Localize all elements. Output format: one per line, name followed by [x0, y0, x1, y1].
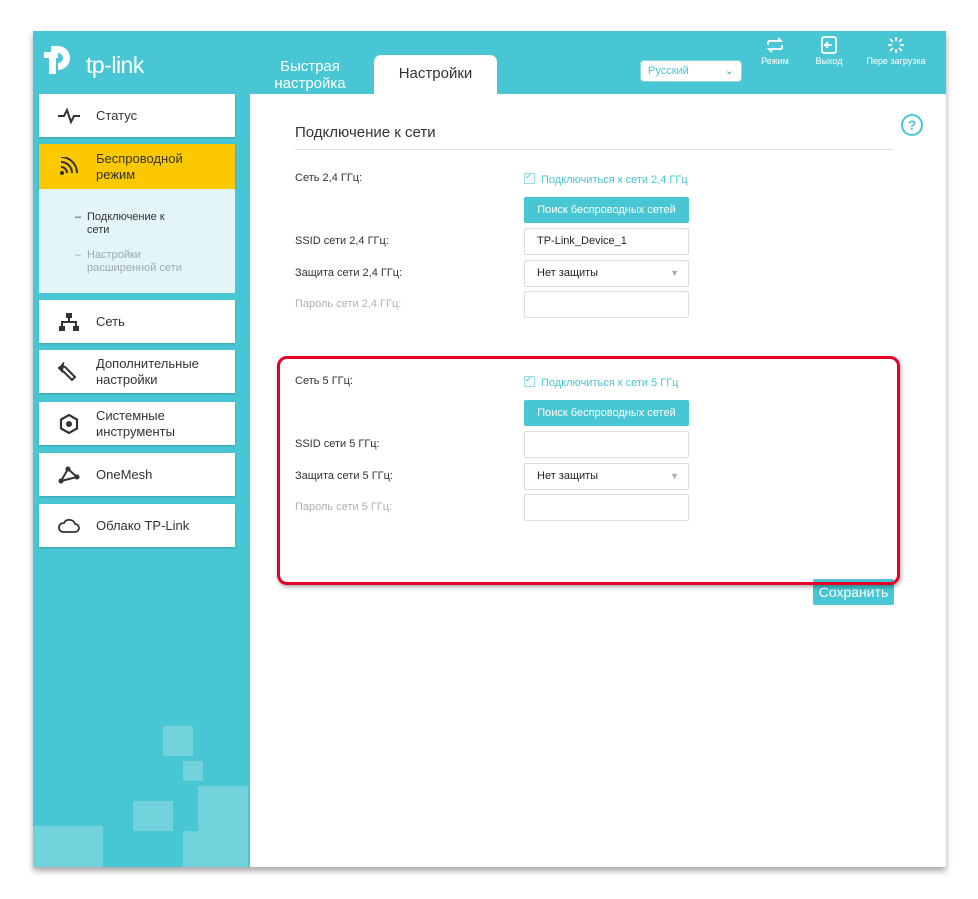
- sidebar-item-onemesh[interactable]: OneMesh: [39, 453, 235, 496]
- sidebar-item-network[interactable]: Сеть: [39, 300, 235, 343]
- reboot-button[interactable]: Пере загрузка: [861, 36, 931, 66]
- sidebar-item-label: Статус: [96, 107, 138, 123]
- scan-24-button[interactable]: Поиск беспроводных сетей: [524, 197, 689, 223]
- submenu-item-extended[interactable]: – Настройки расширенной сети: [75, 249, 207, 275]
- sidebar-item-label: Дополнительные настройки: [96, 355, 199, 387]
- reboot-label: Пере загрузка: [866, 56, 926, 66]
- sidebar-item-label: Системные инструменты: [96, 407, 175, 439]
- language-value: Русский: [648, 65, 689, 77]
- sidebar: Статус Беспроводной режим – Подключение к…: [33, 94, 248, 867]
- network-icon: [59, 312, 79, 331]
- submenu-item-label: Настройки расширенной сети: [87, 249, 182, 274]
- security-24-label: Защита сети 2,4 ГГц:: [295, 267, 403, 279]
- password-24-label: Пароль сети 2,4 ГГц:: [295, 298, 402, 310]
- highlight-box: [277, 356, 900, 585]
- tp-link-logo-icon: [44, 46, 70, 74]
- reboot-icon: [888, 37, 904, 53]
- divider: [295, 149, 893, 150]
- help-icon[interactable]: ?: [901, 114, 923, 136]
- connect-24-label: Подключиться к сети 2,4 ГГц: [541, 174, 688, 186]
- logout-button[interactable]: Выход: [809, 36, 849, 66]
- submenu-item-connect[interactable]: – Подключение к сети: [75, 211, 187, 237]
- chevron-down-icon: ⌄: [724, 65, 734, 77]
- language-select[interactable]: Русский ⌄: [640, 60, 742, 82]
- checkbox-icon[interactable]: [524, 171, 535, 184]
- password-24-input[interactable]: [524, 291, 689, 318]
- onemesh-icon: [58, 466, 80, 483]
- sidebar-item-system-tools[interactable]: Системные инструменты: [39, 402, 235, 445]
- sidebar-item-label: Сеть: [96, 313, 125, 329]
- connect-24-checkbox[interactable]: Подключиться к сети 2,4 ГГц: [524, 171, 688, 186]
- sidebar-item-advanced[interactable]: Дополнительные настройки: [39, 350, 235, 393]
- sidebar-item-wireless[interactable]: Беспроводной режим: [39, 144, 235, 189]
- ssid-24-input[interactable]: TP-Link_Device_1: [524, 228, 689, 255]
- sidebar-item-status[interactable]: Статус: [39, 94, 235, 137]
- logo-text: tp-link: [86, 52, 144, 78]
- tp-link-logo[interactable]: tp-link: [38, 38, 168, 86]
- cloud-icon: [58, 518, 80, 533]
- tab-settings[interactable]: Настройки: [374, 55, 497, 95]
- gear-icon: [59, 413, 79, 434]
- caret-down-icon: ▼: [670, 268, 679, 278]
- status-icon: [58, 106, 80, 125]
- submenu-item-label: Подключение к сети: [87, 211, 165, 236]
- network-24-label: Сеть 2,4 ГГц:: [295, 172, 363, 184]
- page-title: Подключение к сети: [295, 124, 436, 141]
- logout-icon: [821, 36, 837, 54]
- security-24-value: Нет защиты: [537, 267, 599, 279]
- tab-quick-setup[interactable]: Быстрая настройка: [265, 58, 355, 92]
- sidebar-item-cloud[interactable]: Облако TP-Link: [39, 504, 235, 547]
- sidebar-item-label: OneMesh: [96, 466, 153, 482]
- mode-button[interactable]: Режим: [755, 36, 795, 66]
- ssid-24-label: SSID сети 2,4 ГГц:: [295, 235, 389, 247]
- mode-label: Режим: [761, 56, 789, 66]
- sidebar-item-label: Беспроводной режим: [96, 150, 183, 182]
- sidebar-item-label: Облако TP-Link: [96, 517, 190, 533]
- mode-icon: [766, 37, 784, 53]
- wireless-icon: [60, 156, 78, 175]
- security-24-select[interactable]: Нет защиты ▼: [524, 260, 689, 287]
- wireless-submenu: – Подключение к сети – Настройки расширенн…: [39, 189, 235, 293]
- logout-label: Выход: [815, 56, 843, 66]
- wrench-icon: [57, 361, 77, 381]
